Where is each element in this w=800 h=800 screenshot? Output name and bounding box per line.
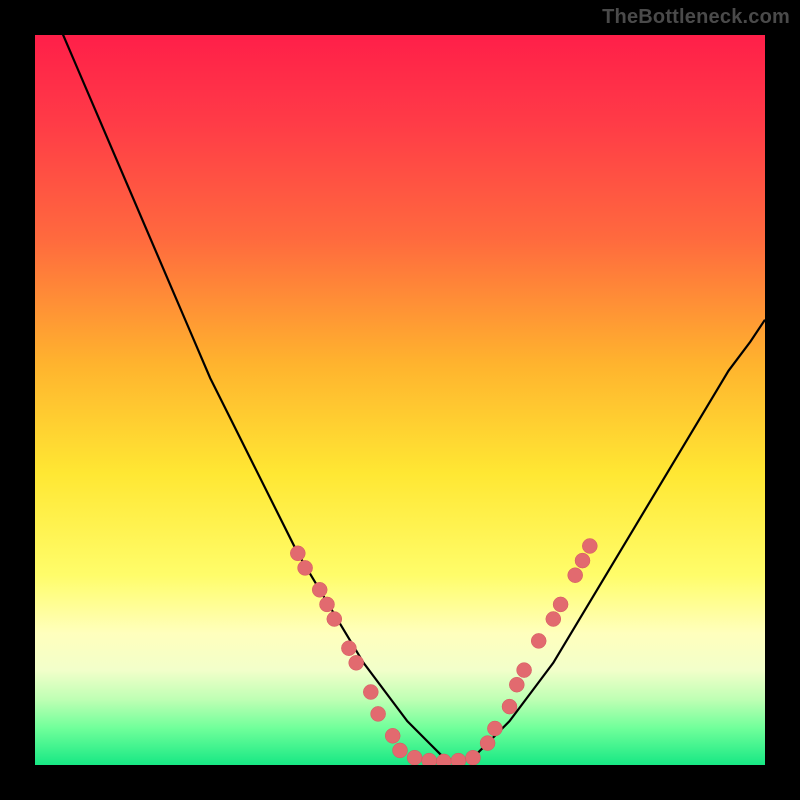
data-dot (546, 612, 561, 627)
watermark-text: TheBottleneck.com (602, 6, 790, 29)
data-dot (393, 743, 408, 758)
data-dot (327, 612, 342, 627)
data-dot (385, 728, 400, 743)
data-dot (290, 546, 305, 561)
data-dot (341, 641, 356, 656)
data-dot (312, 582, 327, 597)
data-dot (575, 553, 590, 568)
data-dot (517, 663, 532, 678)
data-dot (436, 754, 451, 765)
data-dot (407, 750, 422, 765)
data-dot (363, 685, 378, 700)
data-dots (290, 539, 597, 766)
data-dot (298, 560, 313, 575)
data-dot (371, 706, 386, 721)
chart-frame: TheBottleneck.com (0, 0, 800, 800)
data-dot (422, 753, 437, 765)
data-dot (480, 736, 495, 751)
data-dot (487, 721, 502, 736)
data-dot (509, 677, 524, 692)
plot-area (35, 35, 765, 765)
data-dot (502, 699, 517, 714)
data-dot (320, 597, 335, 612)
data-dot (349, 655, 364, 670)
data-dot (466, 750, 481, 765)
data-dot (568, 568, 583, 583)
data-dot (451, 753, 466, 765)
data-dot (582, 539, 597, 554)
data-dot (531, 633, 546, 648)
data-dot (553, 597, 568, 612)
bottleneck-curve (35, 35, 765, 761)
curve-svg (35, 35, 765, 765)
